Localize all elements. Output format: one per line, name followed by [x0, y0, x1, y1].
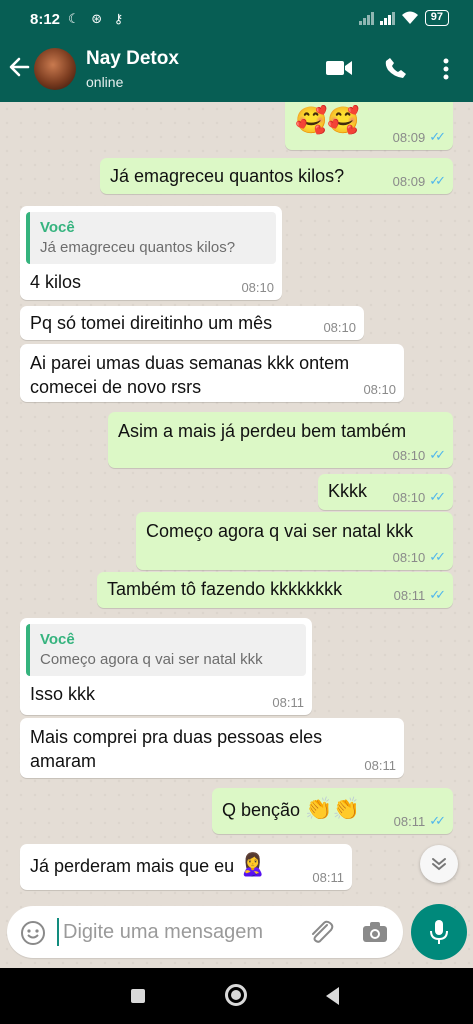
- message-outgoing[interactable]: Kkkk 08:10 ✓✓: [318, 474, 453, 510]
- recents-icon[interactable]: [131, 989, 145, 1003]
- message-text: Isso kkk: [30, 684, 96, 704]
- message-meta: 08:10 ✓✓: [392, 549, 446, 565]
- message-meta: 08:09 ✓✓: [392, 173, 446, 189]
- home-icon[interactable]: [225, 984, 247, 1006]
- message-time: 08:10: [323, 320, 356, 335]
- message-time: 08:11: [364, 758, 396, 773]
- back-arrow-icon[interactable]: [8, 56, 30, 78]
- message-time: 08:11: [393, 813, 426, 829]
- quoted-message[interactable]: Você Começo agora q vai ser natal kkk: [26, 624, 306, 676]
- read-ticks-icon: ✓✓: [429, 447, 446, 462]
- message-meta: 08:09 ✓✓: [392, 129, 446, 145]
- avatar[interactable]: [34, 48, 76, 90]
- message-time: 08:10: [241, 280, 274, 295]
- status-notification-icons: ☾ ⊛ ⚷: [68, 11, 128, 26]
- quote-text: Começo agora q vai ser natal kkk: [40, 651, 263, 668]
- message-incoming-reply[interactable]: Você Começo agora q vai ser natal kkk Is…: [20, 618, 312, 715]
- message-outgoing[interactable]: Também tô fazendo kkkkkkkk 08:11 ✓✓: [97, 572, 453, 608]
- message-outgoing[interactable]: Já emagreceu quantos kilos? 08:09 ✓✓: [100, 158, 453, 194]
- message-time: 08:09: [392, 173, 426, 189]
- system-nav-bar: [0, 968, 473, 1024]
- message-meta: 08:11: [364, 758, 396, 773]
- quote-author: Você: [40, 631, 75, 648]
- clapping-hands-emoji: 👏👏: [305, 797, 360, 822]
- chevron-double-down-icon: [432, 858, 446, 871]
- message-meta: 08:11: [312, 870, 344, 885]
- system-back-icon[interactable]: [326, 987, 339, 1005]
- message-text: 4 kilos: [30, 272, 82, 292]
- message-outgoing[interactable]: 🥰🥰 08:09 ✓✓: [285, 102, 453, 150]
- quote-text: Já emagreceu quantos kilos?: [40, 239, 236, 256]
- message-meta: 08:10 ✓✓: [392, 447, 446, 463]
- wifi-icon: [401, 11, 418, 24]
- contact-status: online: [86, 74, 124, 90]
- more-vert-icon[interactable]: [442, 58, 450, 80]
- signal-icon: [379, 11, 395, 25]
- mic-button[interactable]: [411, 904, 467, 960]
- message-meta: 08:11 ✓✓: [393, 587, 446, 603]
- message-incoming-reply[interactable]: Você Já emagreceu quantos kilos? 4 kilos…: [20, 206, 282, 300]
- message-time: 08:10: [363, 382, 396, 397]
- message-time: 08:10: [392, 489, 426, 505]
- message-meta: 08:11 ✓✓: [393, 813, 446, 829]
- video-call-icon[interactable]: [325, 58, 353, 78]
- read-ticks-icon: ✓✓: [429, 813, 446, 828]
- message-text-line: amaram: [30, 751, 97, 771]
- message-text-line: Ai parei umas duas semanas kkk ontem: [30, 353, 350, 373]
- message-input[interactable]: [57, 918, 297, 946]
- chat-header: Nay Detox online: [0, 38, 473, 102]
- message-meta: 08:10 ✓✓: [392, 489, 446, 505]
- read-ticks-icon: ✓✓: [429, 549, 446, 564]
- message-text: Já perderam mais que eu: [30, 856, 235, 876]
- paperclip-icon[interactable]: [307, 919, 335, 945]
- phone-icon[interactable]: [384, 56, 408, 80]
- message-text: Pq só tomei direitinho um mês: [30, 313, 273, 333]
- read-ticks-icon: ✓✓: [429, 587, 446, 602]
- message-outgoing[interactable]: Asim a mais já perdeu bem também 08:10 ✓✓: [108, 412, 453, 468]
- message-text: Asim a mais já perdeu bem também: [118, 421, 407, 441]
- battery-indicator: 97: [424, 10, 449, 26]
- message-text: Q benção: [222, 800, 301, 820]
- message-meta: 08:10: [363, 382, 396, 397]
- quote-author: Você: [40, 219, 75, 236]
- signal-icon: [358, 11, 374, 25]
- message-text-line: comecei de novo rsrs: [30, 377, 202, 397]
- message-time: 08:10: [392, 549, 426, 565]
- status-bar: 8:12 ☾ ⊛ ⚷ 97: [0, 0, 473, 38]
- message-time: 08:11: [312, 870, 344, 885]
- message-text-line: Mais comprei pra duas pessoas eles: [30, 727, 323, 747]
- message-outgoing[interactable]: Começo agora q vai ser natal kkk 08:10 ✓✓: [136, 512, 453, 570]
- read-ticks-icon: ✓✓: [429, 489, 446, 504]
- status-right-group: 97: [358, 10, 449, 26]
- person-emoji: 🙎‍♀️: [239, 853, 267, 878]
- quoted-message[interactable]: Você Já emagreceu quantos kilos?: [26, 212, 276, 264]
- message-meta: 08:10: [241, 280, 274, 295]
- mic-icon: [430, 920, 448, 944]
- message-composer: [7, 906, 403, 958]
- message-incoming[interactable]: Ai parei umas duas semanas kkk ontem com…: [20, 344, 404, 402]
- message-time: 08:11: [393, 587, 426, 603]
- camera-icon[interactable]: [362, 920, 388, 944]
- message-incoming[interactable]: Pq só tomei direitinho um mês 08:10: [20, 306, 364, 340]
- message-meta: 08:11: [272, 695, 304, 710]
- composer-bar: [0, 898, 473, 968]
- contact-name[interactable]: Nay Detox: [86, 48, 179, 70]
- read-ticks-icon: ✓✓: [429, 173, 446, 188]
- message-time: 08:09: [392, 129, 426, 145]
- message-time: 08:10: [392, 447, 426, 463]
- read-ticks-icon: ✓✓: [429, 129, 446, 144]
- status-time: 8:12: [30, 11, 61, 28]
- message-text: Começo agora q vai ser natal kkk: [146, 521, 414, 541]
- message-text: Também tô fazendo kkkkkkkk: [107, 579, 343, 599]
- scroll-to-bottom-button[interactable]: [420, 845, 458, 883]
- message-incoming[interactable]: Mais comprei pra duas pessoas eles amara…: [20, 718, 404, 778]
- message-incoming[interactable]: Já perderam mais que eu 🙎‍♀️ 08:11: [20, 844, 352, 890]
- message-meta: 08:10: [323, 320, 356, 335]
- message-outgoing[interactable]: Q benção 👏👏 08:11 ✓✓: [212, 788, 453, 834]
- message-time: 08:11: [272, 695, 304, 710]
- emoji-icon[interactable]: [20, 920, 46, 946]
- chat-area[interactable]: 🥰🥰 08:09 ✓✓ Já emagreceu quantos kilos? 0…: [0, 102, 473, 968]
